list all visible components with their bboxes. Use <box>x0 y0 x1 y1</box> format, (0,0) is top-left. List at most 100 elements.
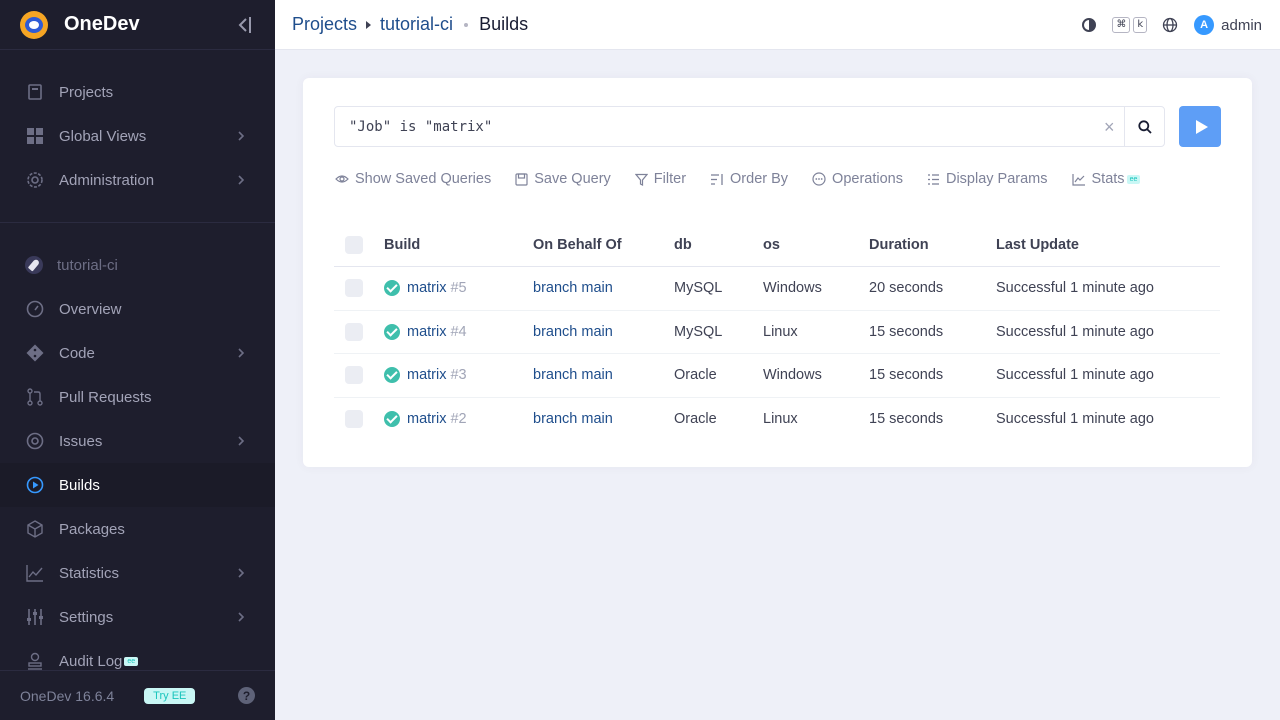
list-icon <box>927 173 939 185</box>
collapse-sidebar-icon[interactable] <box>235 14 253 36</box>
version-label: OneDev 16.6.4 <box>20 687 115 704</box>
sidebar-item-projects[interactable]: Projects <box>0 70 275 114</box>
sidebar-item-pull-requests[interactable]: Pull Requests <box>0 375 275 419</box>
help-icon[interactable]: ? <box>238 687 255 704</box>
build-number[interactable]: #2 <box>450 411 466 427</box>
breadcrumb-projects[interactable]: Projects <box>292 14 357 35</box>
success-check-icon <box>384 411 400 428</box>
last-update-cell: Successful 1 minute ago <box>996 323 1154 340</box>
stamp-icon <box>25 651 45 671</box>
try-ee-button[interactable]: Try EE <box>144 687 196 704</box>
on-behalf-of-link[interactable]: branch main <box>533 367 674 383</box>
play-circle-icon <box>25 475 45 495</box>
os-cell: Windows <box>763 280 822 297</box>
sidebar-item-settings[interactable]: Settings <box>0 595 275 639</box>
os-cell: Linux <box>763 411 798 428</box>
clear-icon[interactable]: × <box>1104 118 1118 136</box>
build-number[interactable]: #5 <box>450 280 466 296</box>
sidebar-item-statistics[interactable]: Statistics <box>0 551 275 595</box>
build-job[interactable]: matrix <box>407 324 446 340</box>
sidebar-item-builds[interactable]: Builds <box>0 463 275 507</box>
row-checkbox[interactable] <box>345 322 363 341</box>
sidebar-item-label: Builds <box>59 476 100 494</box>
git-icon <box>25 343 45 363</box>
sidebar-item-label: Audit Log <box>59 652 123 670</box>
globe-icon[interactable] <box>1162 17 1178 33</box>
order-by-button[interactable]: Order By <box>710 171 788 187</box>
build-cell[interactable]: matrix #3 <box>384 367 533 384</box>
sidebar-item-global-views[interactable]: Global Views <box>0 114 275 158</box>
sort-icon <box>711 173 723 185</box>
sidebar-item-administration[interactable]: Administration <box>0 158 275 202</box>
sidebar-item-label: Overview <box>59 300 122 318</box>
breadcrumb-project[interactable]: tutorial-ci <box>380 14 453 35</box>
row-checkbox[interactable] <box>345 410 363 429</box>
save-query-button[interactable]: Save Query <box>515 171 611 187</box>
column-header-duration: Duration <box>869 236 929 253</box>
more-icon <box>812 172 826 186</box>
display-params-button[interactable]: Display Params <box>927 171 1048 187</box>
sidebar: OneDev Projects Global Views Administrat… <box>0 0 275 720</box>
search-button[interactable] <box>1124 107 1164 146</box>
build-cell[interactable]: matrix #4 <box>384 323 533 340</box>
db-cell: MySQL <box>674 323 723 340</box>
build-cell[interactable]: matrix #5 <box>384 280 533 297</box>
sidebar-item-label: Issues <box>59 432 103 450</box>
page-title: Builds <box>479 14 529 34</box>
avatar[interactable]: A <box>1194 15 1215 35</box>
row-checkbox[interactable] <box>345 366 363 385</box>
duration-cell: 15 seconds <box>869 323 944 340</box>
on-behalf-of-link[interactable]: branch main <box>533 280 674 296</box>
tool-label: Save Query <box>534 171 611 187</box>
theme-toggle-icon[interactable] <box>1082 18 1097 32</box>
sidebar-item-label: Code <box>59 344 95 362</box>
operations-button[interactable]: Operations <box>812 171 903 187</box>
select-all-checkbox[interactable] <box>345 235 363 254</box>
stats-button[interactable]: Stats ee <box>1071 171 1141 187</box>
on-behalf-of-link[interactable]: branch main <box>533 324 674 340</box>
sidebar-item-label: Packages <box>59 520 125 538</box>
project-label[interactable]: tutorial-ci <box>0 243 275 287</box>
chevron-right-icon <box>238 348 245 358</box>
brand[interactable]: OneDev <box>0 0 275 50</box>
show-saved-queries-button[interactable]: Show Saved Queries <box>335 171 491 187</box>
query-input[interactable] <box>335 118 1095 135</box>
build-cell[interactable]: matrix #2 <box>384 411 533 428</box>
build-job[interactable]: matrix <box>407 280 446 296</box>
last-update-cell: Successful 1 minute ago <box>996 280 1154 297</box>
build-job[interactable]: matrix <box>407 367 446 383</box>
sidebar-item-overview[interactable]: Overview <box>0 287 275 331</box>
save-icon <box>515 172 528 186</box>
grid-icon <box>25 126 45 146</box>
filter-button[interactable]: Filter <box>634 171 686 187</box>
sidebar-item-packages[interactable]: Packages <box>0 507 275 551</box>
package-icon <box>25 519 45 539</box>
brand-name: OneDev <box>64 13 140 35</box>
build-job[interactable]: matrix <box>407 411 446 427</box>
os-cell: Linux <box>763 323 798 340</box>
sidebar-item-code[interactable]: Code <box>0 331 275 375</box>
row-checkbox[interactable] <box>345 279 363 298</box>
issue-icon <box>25 431 45 451</box>
chevron-right-icon <box>238 175 245 185</box>
run-query-button[interactable] <box>1179 106 1221 147</box>
gauge-icon <box>25 299 45 319</box>
rocket-icon <box>25 256 43 274</box>
build-number[interactable]: #4 <box>450 324 466 340</box>
command-key[interactable]: ⌘ <box>1112 17 1131 33</box>
projects-icon <box>25 82 45 102</box>
on-behalf-of-link[interactable]: branch main <box>533 411 674 427</box>
sidebar-item-label: Global Views <box>59 127 147 145</box>
ee-badge: ee <box>1126 174 1141 184</box>
success-check-icon <box>384 280 400 297</box>
builds-card: × Show Saved Queries Save Query Filter O… <box>303 78 1252 467</box>
build-number[interactable]: #3 <box>450 367 466 383</box>
sidebar-item-label: Settings <box>59 608 114 626</box>
k-key[interactable]: k <box>1133 17 1148 33</box>
project-name: tutorial-ci <box>57 256 118 274</box>
sidebar-item-issues[interactable]: Issues <box>0 419 275 463</box>
db-cell: MySQL <box>674 280 723 297</box>
sidebar-item-label: Pull Requests <box>59 388 152 406</box>
user-name[interactable]: admin <box>1221 17 1262 34</box>
column-header-build: Build <box>384 236 421 253</box>
